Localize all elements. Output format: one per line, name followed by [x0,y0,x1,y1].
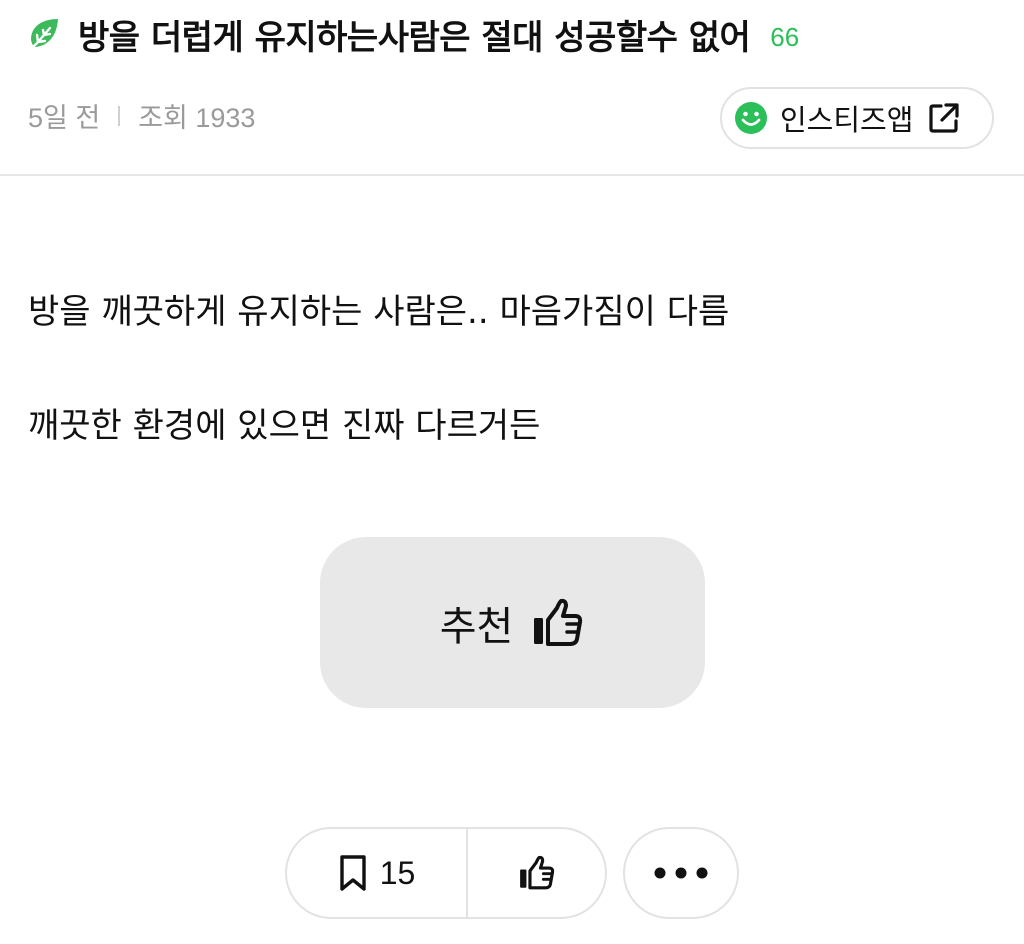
more-button[interactable] [623,827,739,919]
recommend-button[interactable]: 추천 [320,537,705,708]
post-actions: 15 [285,827,607,919]
leaf-icon [26,16,62,52]
comment-count[interactable]: 66 [770,22,799,53]
bookmark-icon [338,854,368,892]
post-body-line: 깨끗한 환경에 있으면 진짜 다르거든 [28,406,541,446]
post-header: 방을 더럽게 유지하는사람은 절대 성공할수 없어 66 [26,8,1006,60]
post-title: 방을 더럽게 유지하는사람은 절대 성공할수 없어 [78,17,751,58]
recommend-label: 추천 [439,603,514,650]
post-time: 5일 전 [28,103,101,133]
thumbs-up-icon [518,854,556,892]
open-app-button[interactable]: 인스티즈앱 [720,87,994,149]
thumbs-up-icon [531,596,585,650]
bookmark-button[interactable]: 15 [287,829,468,917]
external-link-icon [927,101,961,135]
view-count: 조회 1933 [138,103,256,133]
post-meta: 5일 전 조회 1933 [28,96,255,135]
open-app-label: 인스티즈앱 [780,103,914,137]
more-dots-icon [653,866,709,880]
smile-icon [734,101,768,135]
post-body-line: 방을 깨끗하게 유지하는 사람은.. 마음가짐이 다름 [28,292,730,332]
post-page: 방을 더럽게 유지하는사람은 절대 성공할수 없어 66 5일 전 조회 193… [0,0,1024,944]
header-divider [0,174,1024,176]
meta-divider [118,105,121,126]
bookmark-count: 15 [379,854,416,891]
like-button[interactable] [468,829,605,917]
